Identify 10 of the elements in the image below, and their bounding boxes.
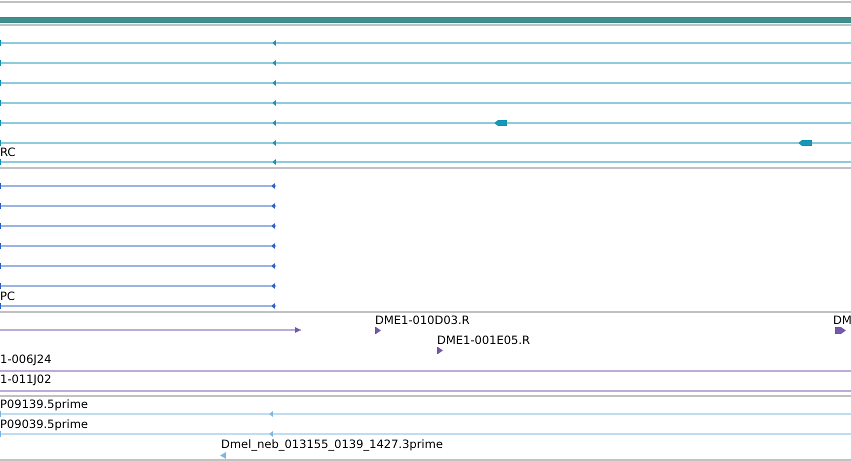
feature-label: 1-011J02 (0, 372, 52, 386)
feature-label: RC (0, 145, 16, 159)
feature-label: DME1-010D03.R (375, 313, 470, 327)
feature-label: DM (833, 313, 851, 327)
feature-label: Dmel_neb_013155_0139_1427.3prime (221, 437, 443, 451)
feature-label: 1-006J24 (0, 352, 52, 366)
feature-label: DME1-001E05.R (437, 333, 530, 347)
feature-label: PC (0, 289, 15, 303)
feature-label: P09139.5prime (0, 397, 88, 411)
feature-label: P09039.5prime (0, 417, 88, 431)
